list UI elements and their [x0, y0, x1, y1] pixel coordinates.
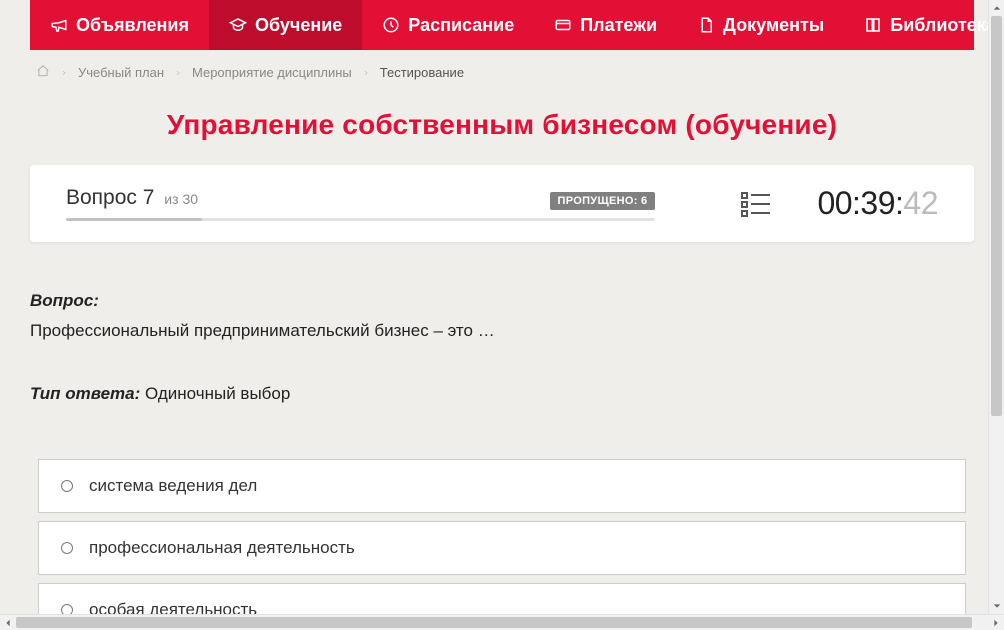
megaphone-icon: [50, 16, 68, 34]
question-text: Профессиональный предпринимательский биз…: [30, 318, 974, 344]
progress-bar: [66, 218, 655, 221]
breadcrumb-current: Тестирование: [380, 65, 464, 80]
question-total: из 30: [164, 191, 198, 207]
answer-type-label: Тип ответа:: [30, 384, 140, 403]
page-title: Управление собственным бизнесом (обучени…: [0, 91, 1004, 165]
graduation-icon: [229, 16, 247, 34]
scroll-track[interactable]: [16, 615, 988, 630]
nav-item-label: Документы: [723, 15, 824, 36]
progress-fill: [66, 218, 202, 221]
answer-type-value: Одиночный выбор: [145, 384, 290, 403]
answer-option[interactable]: система ведения дел: [38, 459, 966, 513]
skipped-badge: ПРОПУЩЕНО: 6: [550, 192, 656, 210]
question-counter: Вопрос 7: [66, 186, 160, 209]
radio-icon[interactable]: [61, 480, 73, 492]
scroll-left-icon[interactable]: [0, 615, 16, 630]
breadcrumb-link[interactable]: Мероприятие дисциплины: [192, 65, 352, 80]
chevron-right-icon: [60, 65, 68, 80]
nav-education[interactable]: Обучение: [209, 0, 362, 50]
scroll-thumb[interactable]: [16, 617, 972, 628]
card-icon: [554, 16, 572, 34]
answer-text: особая деятельность: [89, 600, 257, 614]
home-icon[interactable]: [36, 64, 50, 81]
scroll-thumb[interactable]: [991, 16, 1002, 416]
scroll-down-icon[interactable]: [989, 598, 1004, 614]
question-list-button[interactable]: [741, 191, 771, 217]
question-heading: Вопрос:: [30, 288, 974, 314]
scroll-right-icon[interactable]: [988, 615, 1004, 630]
nav-schedule[interactable]: Расписание: [362, 0, 534, 50]
breadcrumb-link[interactable]: Учебный план: [78, 65, 164, 80]
question-block: Вопрос: Профессиональный предприниматель…: [0, 242, 1004, 407]
radio-icon[interactable]: [61, 542, 73, 554]
clock-icon: [382, 16, 400, 34]
document-icon: [697, 16, 715, 34]
nav-announcements[interactable]: Объявления: [30, 0, 209, 50]
horizontal-scrollbar[interactable]: [0, 614, 1004, 630]
book-icon: [864, 16, 882, 34]
chevron-right-icon: [174, 65, 182, 80]
vertical-scrollbar[interactable]: [988, 0, 1004, 614]
nav-item-label: Расписание: [408, 15, 514, 36]
scroll-track[interactable]: [989, 16, 1004, 598]
answer-option[interactable]: профессиональная деятельность: [38, 521, 966, 575]
nav-item-label: Платежи: [580, 15, 657, 36]
nav-item-label: Объявления: [76, 15, 189, 36]
answer-list: система ведения дел профессиональная дея…: [0, 459, 1004, 614]
answer-text: система ведения дел: [89, 476, 257, 496]
main-navbar: Объявления Обучение Расписание Платежи Д…: [30, 0, 974, 50]
nav-library[interactable]: Библиотека: [844, 0, 1004, 50]
answer-text: профессиональная деятельность: [89, 538, 355, 558]
answer-option[interactable]: особая деятельность: [38, 583, 966, 614]
breadcrumb: Учебный план Мероприятие дисциплины Тест…: [0, 50, 1004, 91]
timer: 00:39:42: [817, 185, 938, 222]
nav-documents[interactable]: Документы: [677, 0, 844, 50]
test-status-card: Вопрос 7 из 30 ПРОПУЩЕНО: 6: [30, 165, 974, 242]
scroll-up-icon[interactable]: [989, 0, 1004, 16]
nav-payments[interactable]: Платежи: [534, 0, 677, 50]
radio-icon[interactable]: [61, 604, 73, 614]
nav-item-label: Библиотека: [890, 15, 996, 36]
chevron-right-icon: [362, 65, 370, 80]
nav-item-label: Обучение: [255, 15, 342, 36]
